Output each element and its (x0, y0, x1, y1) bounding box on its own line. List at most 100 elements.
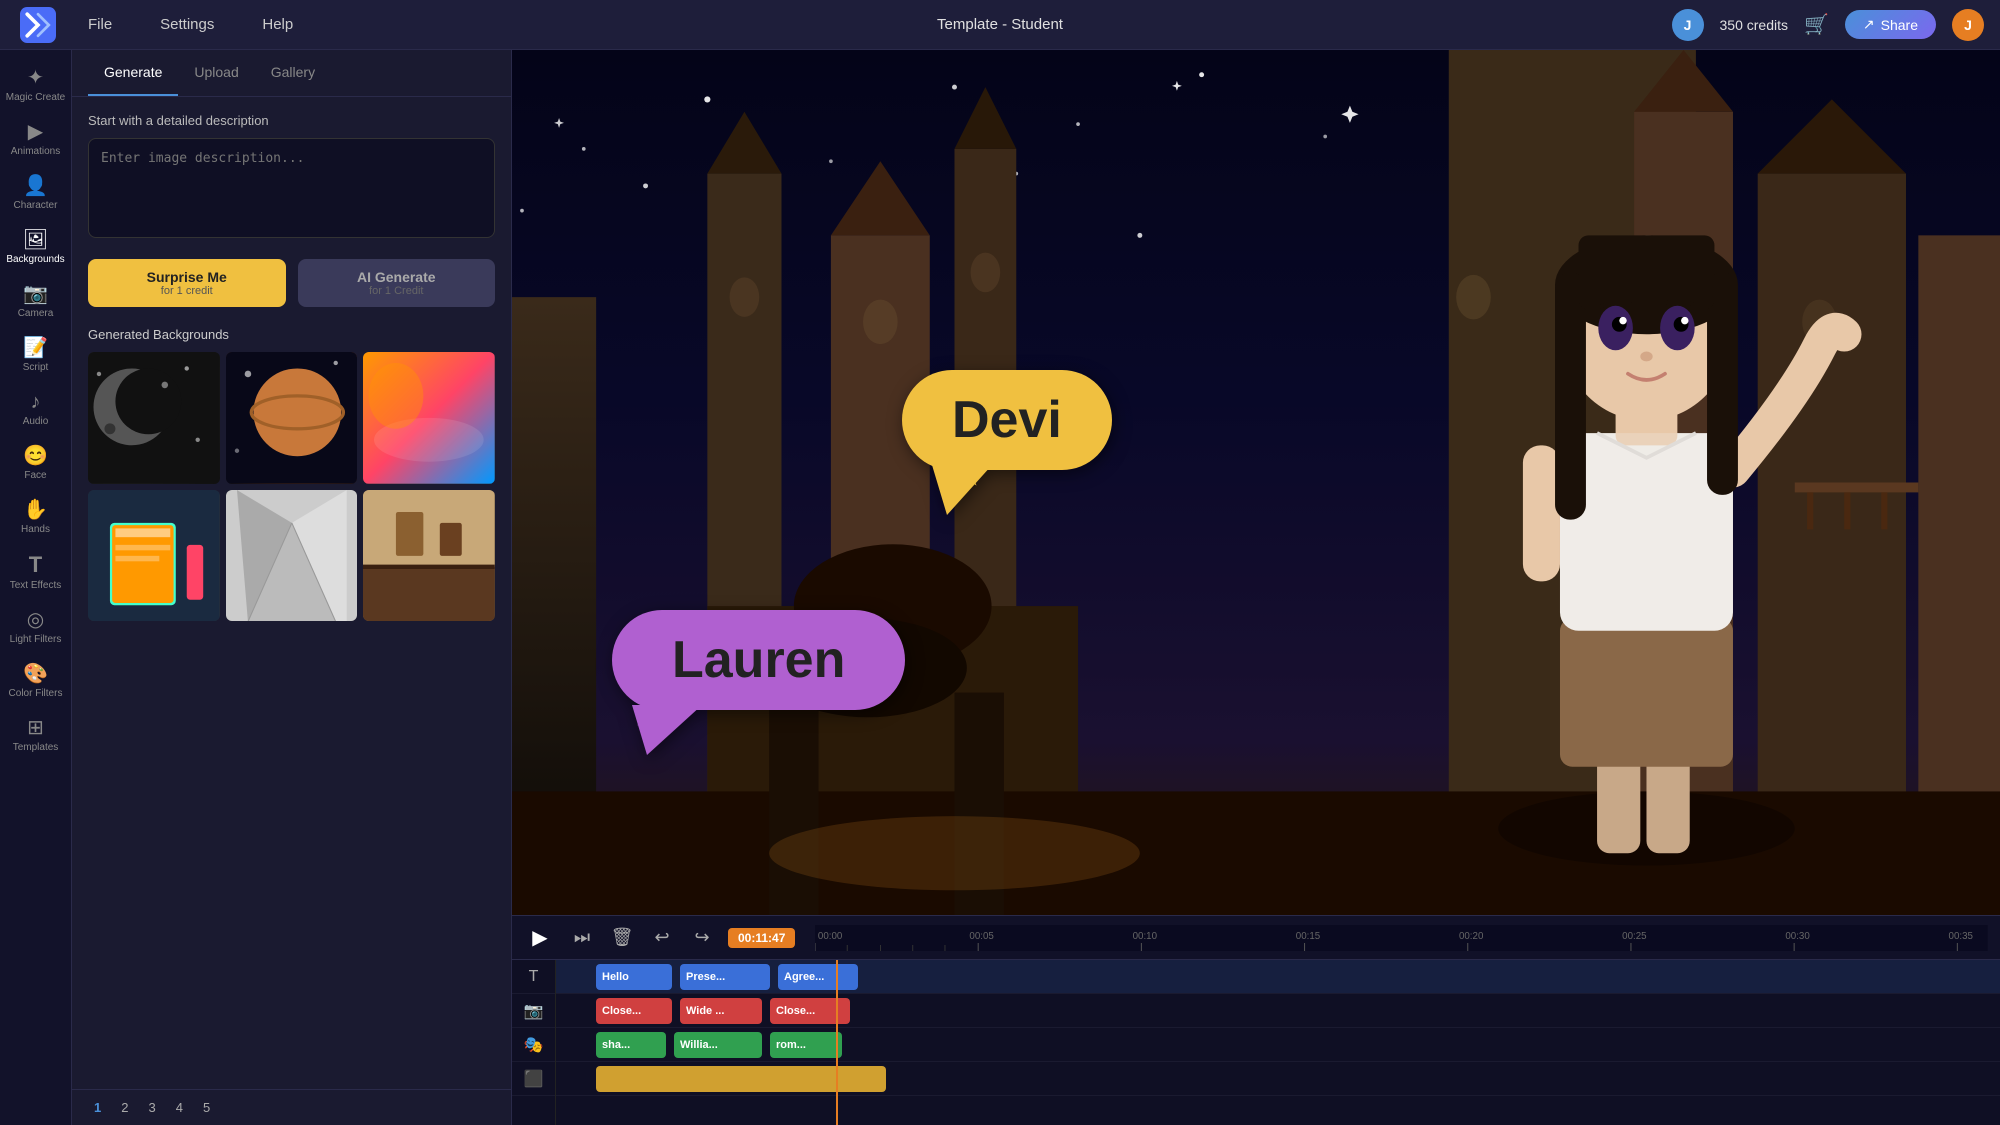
sidebar-item-animations[interactable]: ▶ Animations (0, 112, 71, 166)
svg-text:00:05: 00:05 (970, 930, 995, 941)
camera-icon: 📷 (23, 284, 48, 304)
side-panel: Generate Upload Gallery Start with a det… (72, 50, 512, 1125)
icon-sidebar: ✦ Magic Create ▶ Animations 👤 Character … (0, 50, 72, 1125)
background-thumb-abstract[interactable] (363, 352, 495, 484)
sidebar-item-text-effects[interactable]: T Text Effects (0, 544, 71, 600)
clip-sha[interactable]: sha... (596, 1032, 666, 1058)
light-filters-icon: ◎ (27, 610, 44, 630)
play-button[interactable]: ▶ (524, 922, 556, 954)
image-description-input[interactable] (88, 138, 495, 238)
timeline-tracks-area: T 📷 🎭 ⬛ Hello Prese... Agree... (512, 960, 2000, 1125)
sidebar-item-magic-create[interactable]: ✦ Magic Create (0, 58, 71, 112)
track-icon-camera: 📷 (512, 994, 555, 1028)
clip-close1[interactable]: Close... (596, 998, 672, 1024)
track-row-bg (556, 1062, 2000, 1096)
share-icon: ↗ (1863, 16, 1875, 33)
clip-hello[interactable]: Hello (596, 964, 672, 990)
sidebar-item-templates[interactable]: ⊞ Templates (0, 708, 71, 762)
page-num-3[interactable]: 3 (142, 1098, 161, 1117)
nav-right-actions: J 350 credits 🛒 ↗ Share J (1672, 9, 1984, 41)
tab-upload[interactable]: Upload (178, 50, 254, 96)
preview-area: Devi Lauren ▶ ⏭ 🗑 ↩ (512, 50, 2000, 1125)
backgrounds-icon: 🖼 (23, 230, 48, 250)
page-num-5[interactable]: 5 (197, 1098, 216, 1117)
nav-help[interactable]: Help (254, 12, 301, 37)
clip-rom[interactable]: rom... (770, 1032, 842, 1058)
preview-canvas: Devi Lauren (512, 50, 2000, 915)
svg-text:00:15: 00:15 (1296, 930, 1321, 941)
track-row-text: Hello Prese... Agree... (556, 960, 2000, 994)
skip-end-button[interactable]: ⏭ (568, 924, 596, 952)
face-icon: 😊 (23, 446, 48, 466)
clip-wide[interactable]: Wide ... (680, 998, 762, 1024)
sidebar-item-camera[interactable]: 📷 Camera (0, 274, 71, 328)
text-effects-icon: T (29, 554, 42, 576)
page-num-4[interactable]: 4 (170, 1098, 189, 1117)
character-icon: 👤 (23, 176, 48, 196)
redo-button[interactable]: ↪ (688, 924, 716, 952)
page-numbers: 1 2 3 4 5 (72, 1089, 511, 1125)
track-row-camera: Close... Wide ... Close... (556, 994, 2000, 1028)
track-icon-character: 🎭 (512, 1028, 555, 1062)
sidebar-item-label-text-effects: Text Effects (10, 580, 62, 592)
sidebar-item-face[interactable]: 😊 Face (0, 436, 71, 490)
tab-generate[interactable]: Generate (88, 50, 178, 96)
app-logo[interactable] (16, 3, 60, 47)
svg-text:00:35: 00:35 (1949, 930, 1974, 941)
tooltip-lauren: Lauren (612, 610, 905, 710)
background-thumb-moon[interactable] (88, 352, 220, 484)
background-thumb-corridor[interactable] (226, 490, 358, 622)
background-thumb-room[interactable] (363, 490, 495, 622)
background-thumb-planet[interactable] (226, 352, 358, 484)
svg-text:00:00: 00:00 (818, 930, 843, 941)
magic-create-icon: ✦ (27, 68, 44, 88)
track-icons-column: T 📷 🎭 ⬛ (512, 960, 556, 1125)
timeline-ruler: 00:00 00:05 00:10 00:15 00:20 00:25 00:3… (815, 925, 1988, 951)
animations-icon: ▶ (28, 122, 43, 142)
clip-agree[interactable]: Agree... (778, 964, 858, 990)
sidebar-item-color-filters[interactable]: 🎨 Color Filters (0, 654, 71, 708)
nav-file[interactable]: File (80, 12, 120, 37)
sidebar-item-label-hands: Hands (21, 524, 50, 536)
credits-display: 350 credits (1720, 17, 1788, 33)
sidebar-item-light-filters[interactable]: ◎ Light Filters (0, 600, 71, 654)
color-filters-icon: 🎨 (23, 664, 48, 684)
sidebar-item-label-face: Face (24, 470, 46, 482)
top-navigation: File Settings Help Template - Student J … (0, 0, 2000, 50)
clip-close2[interactable]: Close... (770, 998, 850, 1024)
share-button[interactable]: ↗ Share (1845, 10, 1936, 39)
clip-prese[interactable]: Prese... (680, 964, 770, 990)
sidebar-item-character[interactable]: 👤 Character (0, 166, 71, 220)
sidebar-item-hands[interactable]: ✋ Hands (0, 490, 71, 544)
page-num-1[interactable]: 1 (88, 1098, 107, 1117)
generated-backgrounds-title: Generated Backgrounds (88, 327, 495, 342)
track-row-character: sha... Willia... rom... (556, 1028, 2000, 1062)
surprise-me-button[interactable]: Surprise Me for 1 credit (88, 259, 286, 307)
templates-icon: ⊞ (27, 718, 44, 738)
sidebar-item-script[interactable]: 📝 Script (0, 328, 71, 382)
tab-gallery[interactable]: Gallery (255, 50, 331, 96)
ai-generate-button[interactable]: AI Generate for 1 Credit (298, 259, 496, 307)
user-avatar-main[interactable]: J (1952, 9, 1984, 41)
undo-button[interactable]: ↩ (648, 924, 676, 952)
bottom-controls: ▶ ⏭ 🗑 ↩ ↪ 00:11:47 00:00 00:05 (512, 915, 2000, 1125)
clip-bg[interactable] (596, 1066, 886, 1092)
sidebar-item-label-light-filters: Light Filters (10, 634, 62, 646)
background-thumb-book[interactable] (88, 490, 220, 622)
sidebar-item-audio[interactable]: ♪ Audio (0, 382, 71, 436)
nav-settings[interactable]: Settings (152, 12, 222, 37)
page-num-2[interactable]: 2 (115, 1098, 134, 1117)
tooltip-devi: Devi (902, 370, 1112, 470)
clip-willia[interactable]: Willia... (674, 1032, 762, 1058)
cart-icon[interactable]: 🛒 (1804, 12, 1829, 37)
playback-bar: ▶ ⏭ 🗑 ↩ ↪ 00:11:47 00:00 00:05 (512, 916, 2000, 960)
timecode-display: 00:11:47 (728, 928, 795, 948)
backgrounds-grid (88, 352, 495, 621)
track-icon-text: T (512, 960, 555, 994)
user-avatar-j[interactable]: J (1672, 9, 1704, 41)
sidebar-item-backgrounds[interactable]: 🖼 Backgrounds (0, 220, 71, 274)
delete-button[interactable]: 🗑 (608, 924, 636, 952)
sidebar-item-label-audio: Audio (23, 416, 49, 428)
sidebar-item-label-color-filters: Color Filters (9, 688, 63, 700)
panel-body: Start with a detailed description Surpri… (72, 97, 511, 1089)
